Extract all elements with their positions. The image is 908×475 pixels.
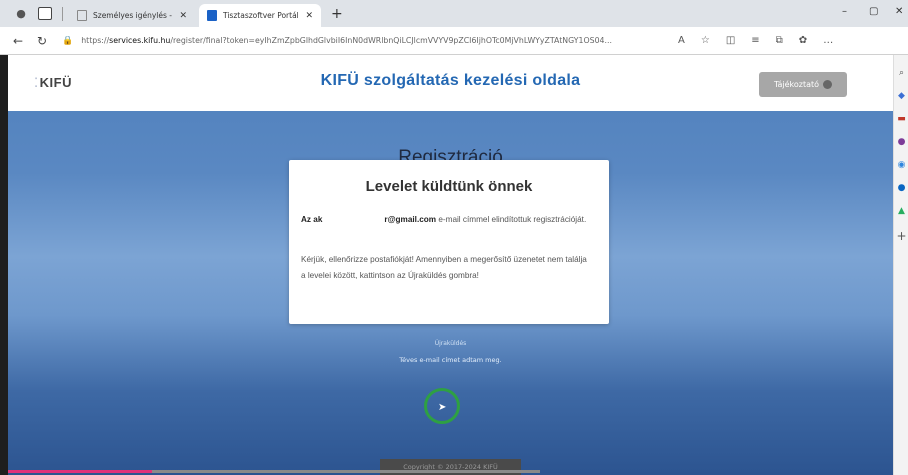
site-favicon-icon (207, 10, 217, 21)
browser-sidebar: ⌕ ◆ ▬ ● ◉ ● ▲ + (893, 55, 908, 475)
browser-tab-strip: ● Személyes igénylés - Tisztaszoftv ✕ Ti… (0, 0, 908, 27)
favorite-star-icon[interactable]: ☆ (701, 35, 710, 46)
profile-icon[interactable]: ● (10, 6, 32, 22)
games-icon[interactable]: ▲ (894, 206, 908, 216)
card-message-text: e-mail címmel elindítottuk regisztrációj… (436, 215, 587, 224)
resend-link[interactable]: Újraküldés (8, 340, 893, 347)
card-message: Az ak r@gmail.com e-mail címmel elindítot… (301, 212, 601, 228)
site-header: ⁚KIFÜ KIFÜ szolgáltatás kezelési oldala … (8, 55, 893, 111)
url-prefix: https:// (81, 36, 110, 45)
video-progress-fill (8, 470, 152, 473)
email-suffix: r@gmail.com (384, 215, 437, 224)
copilot-icon[interactable]: ◆ (894, 91, 908, 101)
browser-tab-2[interactable]: Tisztaszoftver Portál ✕ (199, 4, 321, 27)
minimize-button[interactable]: – (842, 6, 847, 17)
info-icon (823, 80, 833, 89)
url-field[interactable]: 🔒 https://services.kifu.hu/register/fina… (62, 36, 662, 46)
tab-divider (62, 6, 63, 21)
lock-icon[interactable]: 🔒 (62, 36, 73, 46)
wrong-email-link[interactable]: Téves e-mail címet adtam meg. (8, 356, 893, 364)
url-host: services.kifu.hu (109, 36, 171, 45)
refresh-icon[interactable]: ↻ (36, 34, 48, 48)
back-icon[interactable]: ← (12, 34, 24, 48)
mouse-cursor-icon: ➤ (438, 402, 447, 413)
close-tab-icon[interactable]: ✕ (179, 11, 187, 21)
favorites-icon[interactable]: ≡ (751, 35, 759, 46)
email-prefix: Az ak (301, 215, 323, 224)
restore-button[interactable]: ▢ (869, 6, 878, 17)
page-icon (77, 10, 87, 21)
split-screen-icon[interactable]: ◫ (726, 35, 735, 46)
more-icon[interactable]: … (823, 35, 833, 46)
address-bar: ← ↻ 🔒 https://services.kifu.hu/register/… (0, 27, 908, 55)
card-instructions: Kérjük, ellenőrizze postafiókját! Amenny… (301, 255, 587, 280)
close-window-button[interactable]: ✕ (895, 6, 903, 17)
workspaces-icon[interactable] (38, 7, 52, 20)
office-icon[interactable]: ◉ (894, 160, 908, 170)
confirmation-card: Levelet küldtünk önnek Az ak r@gmail.com … (289, 160, 609, 324)
tab-title: Tisztaszoftver Portál (223, 11, 299, 20)
add-sidebar-app-icon[interactable]: + (894, 229, 908, 243)
new-tab-button[interactable]: + (331, 6, 343, 22)
read-aloud-icon[interactable]: A (678, 35, 685, 46)
outlook-icon[interactable]: ● (894, 183, 908, 193)
tab-title: Személyes igénylés - Tisztaszoftv (93, 11, 173, 20)
info-button-label: Tájékoztató (773, 80, 820, 89)
people-icon[interactable]: ● (894, 137, 908, 147)
url-path: /register/final?token=eyIhZmZpbGlhdGlvbi… (170, 36, 612, 45)
collections-icon[interactable]: ⧉ (776, 35, 783, 46)
close-tab-icon[interactable]: ✕ (305, 11, 313, 21)
browser-tab-1[interactable]: Személyes igénylés - Tisztaszoftv ✕ (69, 4, 195, 27)
search-icon[interactable]: ⌕ (894, 68, 908, 78)
card-title: Levelet küldtünk önnek (365, 178, 533, 195)
page-viewport: ⁚KIFÜ KIFÜ szolgáltatás kezelési oldala … (8, 55, 893, 475)
extensions-icon[interactable]: ✿ (799, 35, 807, 46)
shopping-icon[interactable]: ▬ (894, 114, 908, 124)
info-button[interactable]: Tájékoztató (759, 72, 847, 97)
